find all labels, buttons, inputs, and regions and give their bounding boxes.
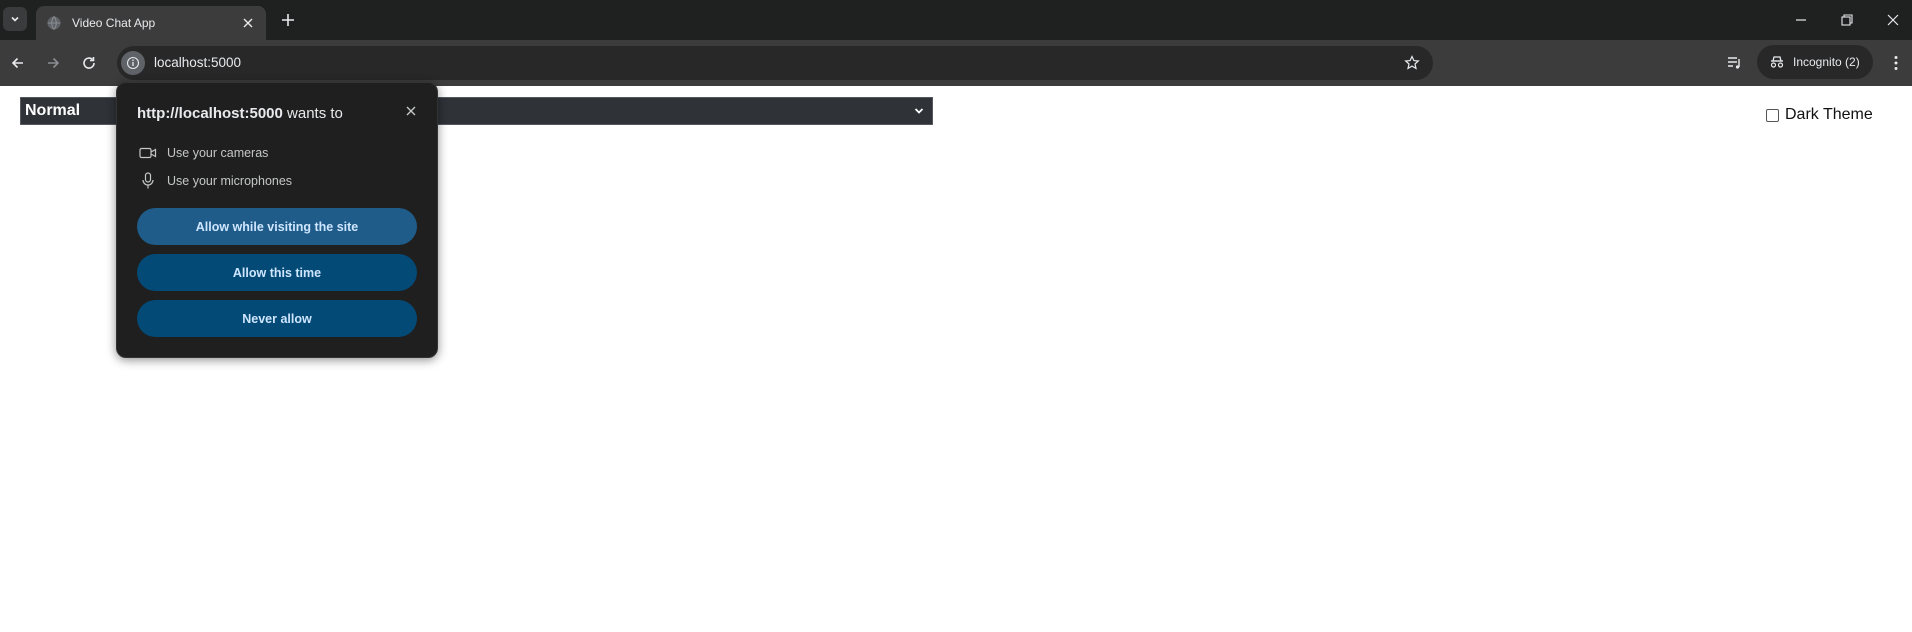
active-tab[interactable]: Video Chat App [36,6,266,40]
star-icon [1404,55,1420,70]
permission-item-camera: Use your cameras [139,144,268,162]
permission-label-microphone: Use your microphones [167,174,293,188]
never-allow-button[interactable]: Never allow [137,300,417,337]
camera-icon [139,144,157,162]
minimize-button[interactable] [1788,8,1814,32]
mode-select-value: Normal [25,102,81,119]
more-vertical-icon [1894,56,1898,70]
chevron-down-icon [11,16,19,22]
arrow-right-icon [48,57,60,69]
microphone-icon [139,172,157,190]
browser-menu-button[interactable] [1884,51,1908,75]
arrow-left-icon [11,57,23,69]
close-icon [406,106,416,116]
permission-heading-suffix: wants to [282,105,343,122]
minimize-icon [1796,19,1806,21]
dark-theme-checkbox[interactable] [1766,108,1779,122]
tab-title: Video Chat App [72,16,156,30]
allow-this-time-button[interactable]: Allow this time [137,254,417,291]
tab-search-button[interactable] [3,7,27,31]
forward-button[interactable] [41,51,65,75]
reload-button[interactable] [77,51,101,75]
plus-icon [282,14,294,26]
bookmark-button[interactable] [1403,54,1421,72]
playlist-icon [1728,57,1740,69]
dark-theme-label: Dark Theme [1785,106,1873,123]
permission-label-camera: Use your cameras [167,146,269,160]
browser-toolbar: localhost:5000 Incognito (2) [0,40,1912,86]
globe-icon [46,15,62,31]
site-info-button[interactable] [121,51,145,75]
info-icon [126,56,140,70]
url-text: localhost:5000 [154,55,242,70]
permission-heading: http://localhost:5000 wants to [137,105,343,122]
tab-strip: Video Chat App [0,0,1912,40]
permission-item-microphone: Use your microphones [139,172,292,190]
close-prompt-button[interactable] [403,103,419,119]
close-icon [1887,14,1899,26]
close-window-button[interactable] [1880,8,1906,32]
incognito-indicator[interactable]: Incognito (2) [1757,45,1873,79]
permission-prompt: http://localhost:5000 wants to Use your … [116,82,438,358]
reload-icon [83,57,95,69]
permission-origin: http://localhost:5000 [137,105,283,122]
incognito-label: Incognito (2) [1793,55,1860,69]
tab-close-icon[interactable] [240,15,256,31]
media-controls-button[interactable] [1723,51,1747,75]
restore-icon [1841,14,1853,26]
allow-while-visiting-button[interactable]: Allow while visiting the site [137,208,417,245]
back-button[interactable] [6,51,30,75]
new-tab-button[interactable] [278,10,298,30]
incognito-icon [1770,56,1784,68]
chevron-down-icon [912,104,926,118]
restore-button[interactable] [1834,8,1860,32]
address-bar[interactable]: localhost:5000 [117,46,1433,80]
dark-theme-toggle[interactable]: Dark Theme [1766,106,1873,124]
